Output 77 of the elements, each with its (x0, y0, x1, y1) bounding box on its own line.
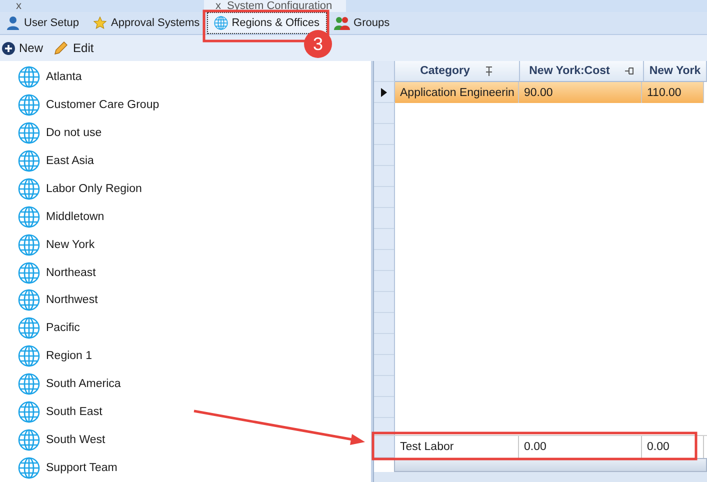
region-item[interactable]: South East (0, 398, 371, 426)
region-item[interactable]: Support Team (0, 454, 371, 482)
region-name: East Asia (46, 154, 94, 167)
globe-icon (18, 150, 40, 172)
row-header[interactable] (374, 82, 395, 103)
globe-icon (18, 317, 40, 340)
grid-row[interactable]: Application Engineerin 90.00 110.00 (374, 82, 707, 103)
region-item[interactable]: East Asia (0, 146, 371, 175)
region-item[interactable]: Do not use (0, 118, 371, 147)
row-header (374, 436, 395, 458)
globe-icon (18, 66, 40, 88)
column-title: New York (649, 65, 701, 77)
tab[interactable]: Regions & Offices (208, 13, 326, 33)
globe-icon (214, 16, 228, 30)
toolbar-button[interactable]: Edit (53, 40, 94, 56)
column-header[interactable]: Category (395, 61, 520, 82)
globe-icon (18, 262, 40, 284)
grid-cell: Application Engineerin (395, 82, 519, 103)
region-name: Northwest (46, 294, 98, 306)
region-name: Region 1 (46, 350, 92, 362)
column-title: Category (420, 65, 470, 77)
region-name: Atlanta (46, 70, 82, 83)
globe-icon (18, 234, 40, 256)
tab[interactable]: User Setup (0, 13, 86, 33)
globe-icon (18, 206, 40, 228)
region-item[interactable]: Middletown (0, 202, 371, 231)
column-header[interactable]: New York (644, 61, 707, 82)
region-name: South West (46, 434, 106, 446)
star-icon (93, 16, 108, 30)
add-icon (2, 42, 15, 54)
tab[interactable]: Groups (328, 13, 396, 33)
globe-icon (18, 457, 40, 480)
close-icon[interactable]: x (16, 0, 22, 12)
pin-icon (484, 66, 494, 76)
document-tab[interactable]: System Configuration (227, 0, 332, 12)
region-name: Pacific (46, 322, 80, 334)
region-item[interactable]: South West (0, 426, 371, 454)
region-item[interactable]: Region 1 (0, 342, 371, 370)
region-item[interactable]: Northeast (0, 258, 371, 286)
grid-cell: 90.00 (519, 82, 642, 103)
column-title: New York:Cost (529, 65, 610, 77)
globe-icon (18, 122, 40, 144)
tab[interactable]: Approval Systems (87, 13, 206, 33)
pin-icon (624, 66, 634, 76)
region-item[interactable]: Customer Care Group (0, 90, 371, 119)
region-name: Northeast (46, 266, 96, 279)
region-item[interactable]: Pacific (0, 314, 371, 342)
row-indicator-icon (381, 88, 387, 96)
region-item[interactable]: South America (0, 370, 371, 398)
region-name: Labor Only Region (46, 182, 142, 195)
region-name: Middletown (46, 210, 104, 223)
globe-icon (18, 401, 40, 424)
pencil-icon (53, 40, 70, 56)
grid-cell: 110.00 (642, 82, 704, 103)
footer-cell: 0.00 (519, 436, 642, 458)
region-name: Do not use (46, 126, 102, 139)
region-item[interactable]: New York (0, 230, 371, 259)
globe-icon (18, 429, 40, 452)
region-name: South East (46, 406, 102, 418)
region-item[interactable]: Labor Only Region (0, 174, 371, 203)
region-name: Support Team (46, 462, 118, 474)
region-name: South America (46, 378, 121, 390)
globe-icon (18, 373, 40, 396)
footer-cell: Test Labor (395, 436, 519, 458)
region-name: New York (46, 238, 95, 251)
region-name: Customer Care Group (46, 98, 160, 111)
toolbar-button[interactable]: New (2, 41, 44, 55)
person-icon (6, 16, 20, 30)
close-icon[interactable]: x (216, 0, 221, 12)
globe-icon (18, 178, 40, 200)
region-item[interactable]: Northwest (0, 286, 371, 314)
globe-icon (18, 94, 40, 116)
people-icon (334, 16, 350, 30)
region-item[interactable]: Atlanta (0, 63, 371, 91)
globe-icon (18, 345, 40, 368)
globe-icon (18, 289, 40, 312)
column-header[interactable]: New York:Cost (520, 61, 644, 82)
